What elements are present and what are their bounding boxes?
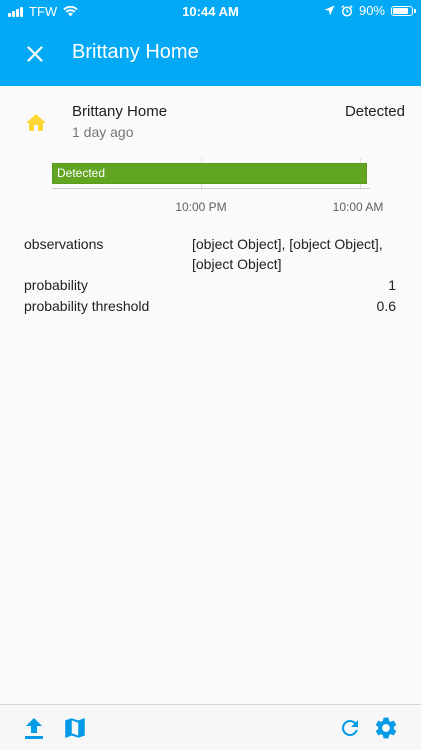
battery-icon	[391, 5, 416, 16]
battery-percent: 90%	[358, 3, 385, 18]
upload-button[interactable]	[20, 714, 48, 742]
entity-state: Detected	[344, 103, 405, 120]
attribute-value: 0.6	[376, 298, 396, 314]
close-icon	[27, 46, 43, 62]
bottom-toolbar	[0, 704, 421, 750]
status-bar: TFW 10:44 AM 90%	[0, 0, 421, 22]
entity-name: Brittany Home	[72, 103, 168, 120]
attribute-row: probability 1	[24, 275, 396, 295]
upload-icon	[25, 718, 43, 739]
attribute-key: observations	[24, 236, 104, 252]
settings-gear-icon	[375, 717, 397, 739]
close-button[interactable]	[20, 39, 50, 69]
map-button[interactable]	[61, 714, 89, 742]
timeline-bar[interactable]: Detected	[52, 163, 367, 184]
refresh-icon	[341, 720, 358, 736]
settings-button[interactable]	[372, 714, 400, 742]
location-arrow-icon	[324, 5, 335, 16]
attribute-row: probability threshold 0.6	[24, 296, 396, 316]
timeline-tick-label: 10:00 PM	[175, 200, 227, 214]
history-timeline: Detected 10:00 PM 10:00 AM	[52, 158, 383, 218]
attribute-value: 1	[388, 277, 396, 293]
home-icon	[26, 114, 46, 131]
dialog-title: Brittany Home	[72, 41, 199, 63]
alarm-icon	[341, 4, 353, 17]
app-header: Brittany Home	[0, 22, 421, 86]
attribute-key: probability threshold	[24, 298, 150, 314]
timeline-tick-label: 10:00 AM	[332, 200, 384, 214]
attributes-list: observations [object Object], [object Ob…	[24, 234, 396, 316]
attribute-row: observations [object Object], [object Ob…	[24, 234, 396, 274]
attribute-key: probability	[24, 277, 88, 293]
attribute-value: [object Object], [object Object], [objec…	[192, 236, 383, 272]
map-icon	[65, 718, 85, 738]
entity-state-row: Brittany Home 1 day ago Detected	[0, 100, 421, 146]
refresh-button[interactable]	[336, 714, 364, 742]
last-changed: 1 day ago	[72, 124, 134, 140]
top-bar: TFW 10:44 AM 90% Brittany Home	[0, 0, 421, 86]
timeline-baseline	[52, 188, 370, 189]
